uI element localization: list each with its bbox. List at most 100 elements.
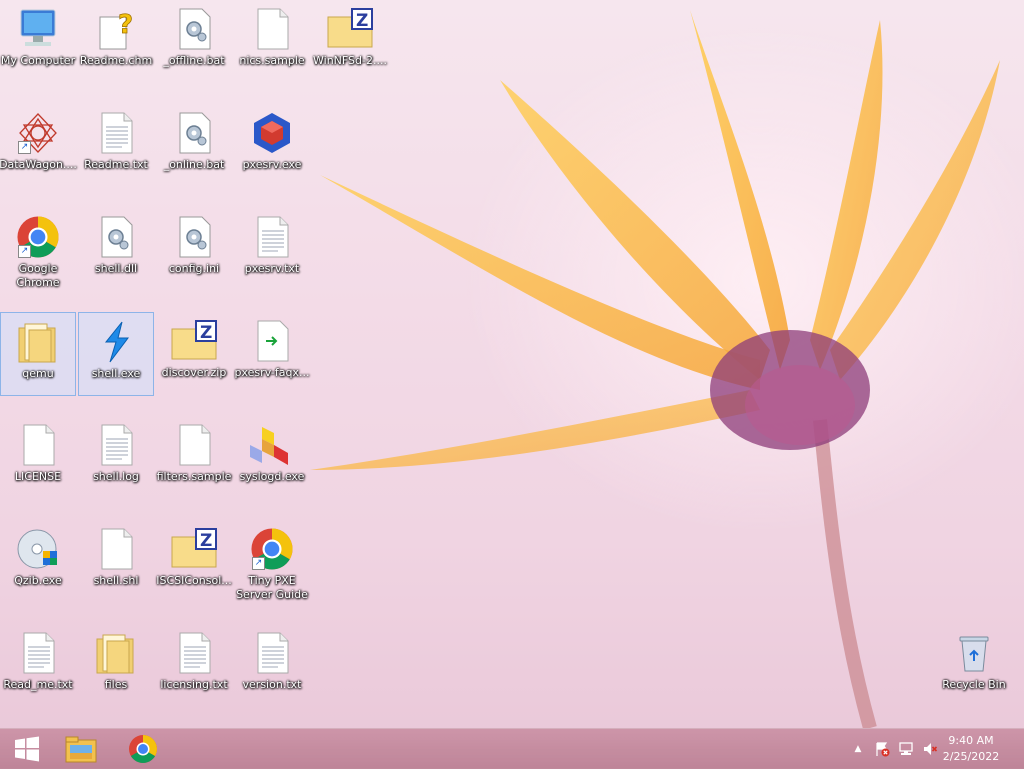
desktop-icon-label: Readme.txt (84, 158, 148, 171)
blank-file-icon (248, 6, 296, 52)
svg-text:Z: Z (200, 531, 212, 551)
chrome-icon: ↗ (248, 526, 296, 572)
shortcut-arrow-icon: ↗ (18, 141, 31, 154)
clock-time: 9:40 AM (948, 734, 994, 747)
desktop-icon-qzib-exe[interactable]: Qzib.exe (0, 520, 76, 604)
clock-date: 2/25/2022 (942, 750, 1000, 763)
desktop-icon-label: shell.dll (94, 262, 138, 275)
zip-folder-icon: Z (326, 6, 374, 52)
desktop-icon-files[interactable]: files (78, 624, 154, 708)
blank-file-icon (92, 526, 140, 572)
desktop-icon-shell-log[interactable]: shell.log (78, 416, 154, 500)
desktop-icon-readme-txt[interactable]: Readme.txt (78, 104, 154, 188)
desktop-icon-label: ISCSIConsol... (156, 574, 232, 587)
desktop-icon-iscsiconsol[interactable]: Z ISCSIConsol... (156, 520, 232, 604)
desktop-icon--online-bat[interactable]: _online.bat (156, 104, 232, 188)
zip-folder-icon: Z (170, 318, 218, 364)
desktop-icon-label: LICENSE (14, 470, 62, 483)
text-file-icon (248, 214, 296, 260)
action-center-button[interactable] (874, 741, 890, 757)
desktop-icon-label: pxesrv.txt (244, 262, 300, 275)
file-explorer-icon (65, 736, 97, 763)
desktop-icon-label: Qzib.exe (14, 574, 62, 587)
desktop-icon-my-computer[interactable]: My Computer (0, 0, 76, 84)
shortcut-file-icon (248, 318, 296, 364)
desktop-icon-label: WinNFSd-2.... (313, 54, 387, 67)
desktop-icon-readme-chm[interactable]: ? Readme.chm (78, 0, 154, 84)
desktop-icon-label: Tiny PXE Server Guide (236, 574, 308, 601)
recycle-bin-icon (950, 630, 998, 676)
network-button[interactable] (898, 741, 914, 757)
svg-text:Z: Z (356, 11, 368, 31)
desktop-icon-discover-zip[interactable]: Zdiscover.zip (156, 312, 232, 396)
desktop-icon--offline-bat[interactable]: _offline.bat (156, 0, 232, 84)
datawagon-icon: ↗ (14, 110, 62, 156)
desktop-icon-shell-dll[interactable]: shell.dll (78, 208, 154, 292)
desktop-icon-shell-exe[interactable]: shell.exe (78, 312, 154, 396)
svg-text:Z: Z (200, 323, 212, 343)
desktop-icon-label: shell.exe (91, 367, 141, 380)
help-file-icon: ? (92, 6, 140, 52)
desktop-icon-label: files (104, 678, 128, 691)
desktop-icon-datawagon[interactable]: ↗ DataWagon.... (0, 104, 77, 188)
shortcut-arrow-icon: ↗ (252, 557, 265, 570)
blank-file-icon (170, 422, 218, 468)
desktop-icon-pxesrv-txt[interactable]: pxesrv.txt (234, 208, 310, 292)
desktop-icon-pxesrv-exe[interactable]: pxesrv.exe (234, 104, 310, 188)
ini-file-icon (170, 214, 218, 260)
desktop-icon-label: version.txt (242, 678, 302, 691)
desktop-icon-label: Readme.chm (79, 54, 153, 67)
desktop-icon-winnfsd-2[interactable]: Z WinNFSd-2.... (312, 0, 388, 84)
show-hidden-icons-button[interactable]: ▲ (850, 741, 866, 757)
taskbar-file-explorer[interactable] (54, 729, 108, 769)
action-center-flag-icon (876, 742, 890, 757)
shortcut-arrow-icon: ↗ (18, 245, 31, 258)
desktop-icon-label: pxesrv.exe (242, 158, 302, 171)
zip-folder-icon: Z (170, 526, 218, 572)
dll-file-icon (92, 214, 140, 260)
desktop-icon-label: My Computer (0, 54, 76, 67)
blank-file-icon (14, 422, 62, 468)
desktop-icon-label: discover.zip (161, 366, 227, 379)
taskbar-clock[interactable]: 9:40 AM 2/25/2022 (936, 733, 1006, 765)
taskbar: ▲ 9:40 AM 2/25/2022 (0, 728, 1024, 769)
desktop-icon-version-txt[interactable]: version.txt (234, 624, 310, 708)
desktop-icon-pxesrv-faqx[interactable]: pxesrv-faqx... (234, 312, 310, 396)
desktop-icon-shell-shl[interactable]: shell.shl (78, 520, 154, 604)
desktop-icon-nics-sample[interactable]: nics.sample (234, 0, 310, 84)
shell-app-icon (92, 319, 140, 365)
desktop-icon-licensing-txt[interactable]: licensing.txt (156, 624, 232, 708)
show-hidden-icons-icon: ▲ (854, 744, 862, 754)
desktop-icon-label: shell.log (93, 470, 139, 483)
desktop-icon-tiny-pxe-server-guide[interactable]: ↗ Tiny PXE Server Guide (234, 520, 310, 604)
desktop-icon-label: Google Chrome (16, 262, 60, 289)
desktop-icon-config-ini[interactable]: config.ini (156, 208, 232, 292)
chrome-icon (129, 735, 157, 763)
taskbar-chrome[interactable] (116, 729, 170, 769)
batch-file-icon (170, 6, 218, 52)
folder-icon (14, 319, 62, 365)
computer-icon (14, 6, 62, 52)
pxesrv-app-icon (248, 110, 296, 156)
start-button[interactable] (0, 729, 54, 769)
desktop-icon-label: nics.sample (239, 54, 305, 67)
desktop-icon-label: licensing.txt (160, 678, 228, 691)
desktop-icon-label: Read_me.txt (3, 678, 73, 691)
desktop-icon-label: qemu (22, 367, 54, 380)
windows-start-icon (15, 736, 39, 762)
desktop-icon-filters-sample[interactable]: filters.sample (156, 416, 232, 500)
desktop-icon-label: shell.shl (93, 574, 139, 587)
desktop-icon-syslogd-exe[interactable]: syslogd.exe (234, 416, 310, 500)
desktop-icon-read-me-txt[interactable]: Read_me.txt (0, 624, 76, 708)
text-file-icon (170, 630, 218, 676)
desktop-icon-google-chrome[interactable]: ↗ Google Chrome (0, 208, 76, 292)
desktop-icon-qemu[interactable]: qemu (0, 312, 76, 396)
text-file-icon (248, 630, 296, 676)
chrome-icon: ↗ (14, 214, 62, 260)
disc-installer-icon (14, 526, 62, 572)
desktop-icon-label: _online.bat (163, 158, 225, 171)
text-file-icon (92, 110, 140, 156)
text-file-icon (92, 422, 140, 468)
desktop-icon-license[interactable]: LICENSE (0, 416, 76, 500)
desktop-icon-recycle-bin[interactable]: Recycle Bin (936, 624, 1012, 708)
